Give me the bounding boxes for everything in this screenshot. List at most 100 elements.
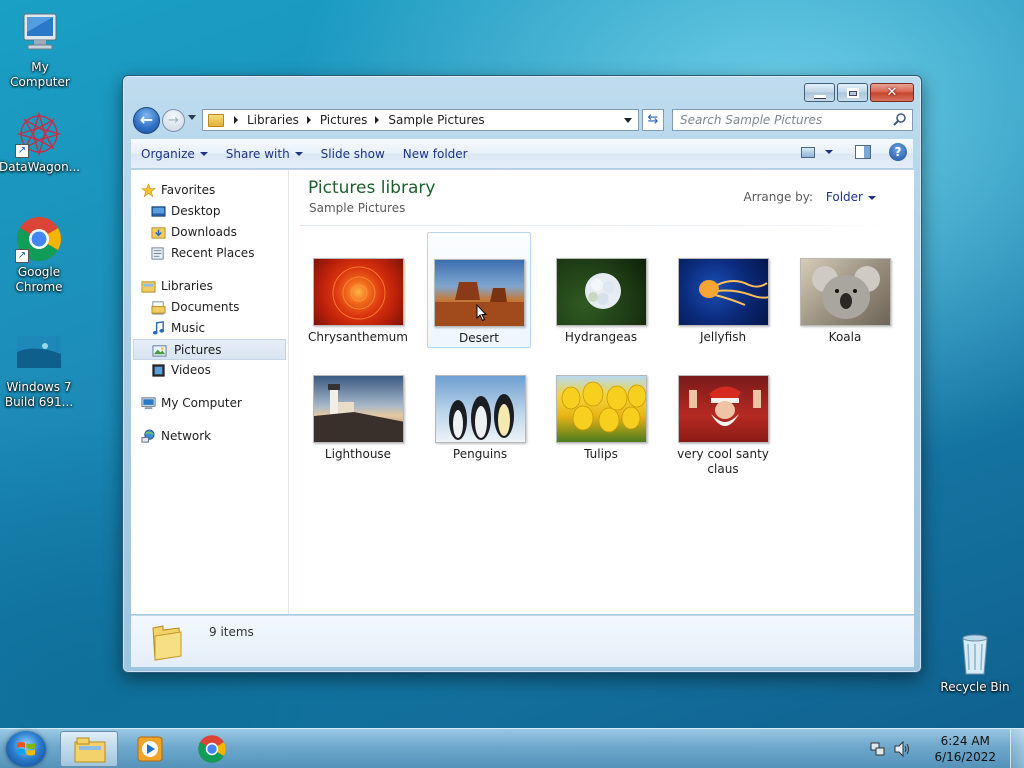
arrange-by-dropdown[interactable]: Folder	[826, 190, 876, 204]
search-input[interactable]: Search Sample Pictures	[672, 109, 913, 131]
thumbnail-tulips	[555, 375, 647, 443]
toolbar-right: ?	[801, 143, 913, 161]
refresh-icon: ⇆	[647, 112, 659, 127]
nav-item-network[interactable]: Network	[131, 426, 288, 447]
pictures-icon	[152, 345, 167, 357]
file-list-pane: Pictures library Sample Pictures Arrange…	[290, 170, 914, 614]
slide-show-button[interactable]: Slide show	[311, 143, 393, 165]
nav-item-documents[interactable]: Documents	[131, 297, 288, 318]
file-name: very cool santy claus	[677, 447, 769, 476]
breadcrumb-libraries[interactable]: Libraries	[247, 113, 299, 127]
chevron-down-icon	[868, 195, 876, 200]
desktop-icon-recycle-bin[interactable]: Recycle Bin	[935, 630, 1015, 695]
nav-label: Videos	[171, 363, 211, 377]
nav-label: Favorites	[161, 183, 216, 197]
mouse-cursor-icon	[476, 304, 488, 322]
library-title: Pictures library	[308, 178, 436, 198]
new-folder-button[interactable]: New folder	[393, 143, 476, 165]
share-with-button[interactable]: Share with	[216, 143, 311, 165]
desktop-icon-windows7-build[interactable]: Windows 7 Build 691...	[0, 330, 79, 410]
view-options-chevron-icon[interactable]	[825, 150, 833, 154]
thumbnail-penguins	[434, 375, 526, 443]
search-icon[interactable]	[892, 112, 908, 128]
media-player-icon	[137, 736, 163, 762]
videos-icon	[152, 364, 165, 377]
refresh-button[interactable]: ⇆	[642, 109, 664, 131]
file-item-desert[interactable]: Desert	[427, 232, 531, 348]
address-dropdown-icon[interactable]	[624, 118, 632, 123]
nav-item-downloads[interactable]: Downloads	[131, 222, 288, 243]
nav-item-music[interactable]: Music	[131, 318, 288, 339]
nav-label: Desktop	[171, 204, 221, 218]
nav-item-videos[interactable]: Videos	[131, 360, 288, 381]
taskbar-media-player[interactable]	[121, 731, 179, 767]
minimize-button[interactable]	[804, 83, 835, 102]
nav-label: My Computer	[161, 396, 242, 410]
breadcrumb-sample-pictures[interactable]: Sample Pictures	[388, 113, 484, 127]
clock[interactable]: 6:24 AM 6/16/2022	[934, 733, 996, 765]
file-name: Jellyfish	[699, 330, 747, 344]
thumbnail-jellyfish	[677, 258, 769, 326]
back-arrow-icon: ←	[139, 110, 154, 129]
file-name: Hydrangeas	[564, 330, 638, 344]
file-explorer-icon	[74, 737, 106, 763]
folder-icon	[152, 625, 182, 661]
maximize-button[interactable]	[837, 83, 868, 102]
nav-item-recent-places[interactable]: Recent Places	[131, 243, 288, 264]
taskbar-explorer[interactable]	[60, 731, 118, 767]
clock-date: 6/16/2022	[934, 750, 996, 764]
file-item-jellyfish[interactable]: Jellyfish	[671, 232, 775, 345]
show-desktop-button[interactable]	[1010, 729, 1024, 768]
back-button[interactable]: ←	[133, 107, 160, 134]
network-status-icon[interactable]	[870, 741, 886, 757]
minimize-icon	[813, 88, 826, 98]
file-item-penguins[interactable]: Penguins	[428, 375, 532, 462]
desktop-icon-datawagon[interactable]: ↗ DataWagon...	[0, 110, 80, 175]
nav-item-desktop[interactable]: Desktop	[131, 201, 288, 222]
change-view-icon[interactable]	[801, 146, 815, 158]
file-item-very-cool-santy-claus[interactable]: very cool santy claus	[671, 375, 775, 477]
organize-label: Organize	[141, 146, 195, 161]
downloads-folder-icon	[151, 227, 166, 239]
nav-item-libraries[interactable]: Libraries	[131, 276, 288, 297]
breadcrumb-chevron-icon[interactable]	[306, 116, 311, 124]
music-note-icon	[152, 321, 165, 335]
nav-item-pictures[interactable]: Pictures	[133, 339, 286, 360]
file-item-tulips[interactable]: Tulips	[549, 375, 653, 462]
taskbar: 6:24 AM 6/16/2022	[0, 728, 1024, 768]
arrange-by-value: Folder	[825, 190, 863, 204]
address-bar[interactable]: Libraries Pictures Sample Pictures	[202, 109, 639, 131]
breadcrumb-chevron-icon[interactable]	[375, 116, 380, 124]
forward-button[interactable]: →	[162, 109, 185, 132]
breadcrumb-pictures[interactable]: Pictures	[320, 113, 368, 127]
desktop-icon-google-chrome[interactable]: ↗ Google Chrome	[0, 215, 79, 295]
address-row: ← → Libraries Pictures Sample Pictures ⇆…	[131, 106, 913, 134]
file-name: Tulips	[584, 447, 618, 461]
nav-label: Pictures	[174, 343, 222, 357]
breadcrumb-chevron-icon[interactable]	[234, 116, 238, 124]
organize-button[interactable]: Organize	[131, 143, 216, 165]
close-button[interactable]: ✕	[870, 83, 914, 102]
arrange-by: Arrange by: Folder	[744, 190, 876, 204]
recent-pages-dropdown[interactable]	[188, 115, 196, 120]
nav-item-favorites[interactable]: Favorites	[131, 180, 288, 201]
library-subtitle: Sample Pictures	[309, 201, 406, 215]
help-icon[interactable]: ?	[889, 143, 907, 161]
nav-item-my-computer[interactable]: My Computer	[131, 393, 288, 414]
file-item-chrysanthemum[interactable]: Chrysanthemum	[306, 232, 410, 345]
chevron-down-icon	[294, 152, 303, 156]
file-item-hydrangeas[interactable]: Hydrangeas	[549, 232, 653, 345]
start-button[interactable]	[6, 731, 46, 767]
header-divider	[300, 225, 896, 226]
shortcut-arrow-icon: ↗	[15, 249, 29, 263]
file-item-lighthouse[interactable]: Lighthouse	[306, 375, 410, 462]
volume-icon[interactable]	[894, 741, 912, 757]
preview-pane-icon[interactable]	[855, 145, 871, 159]
file-item-koala[interactable]: Koala	[793, 232, 897, 345]
file-name: Desert	[459, 331, 499, 345]
desktop-icon-my-computer[interactable]: My Computer	[0, 10, 80, 90]
system-tray: 6:24 AM 6/16/2022	[864, 729, 1024, 768]
taskbar-chrome[interactable]	[183, 731, 241, 767]
search-placeholder: Search Sample Pictures	[680, 113, 823, 127]
recycle-bin-icon	[951, 630, 999, 678]
